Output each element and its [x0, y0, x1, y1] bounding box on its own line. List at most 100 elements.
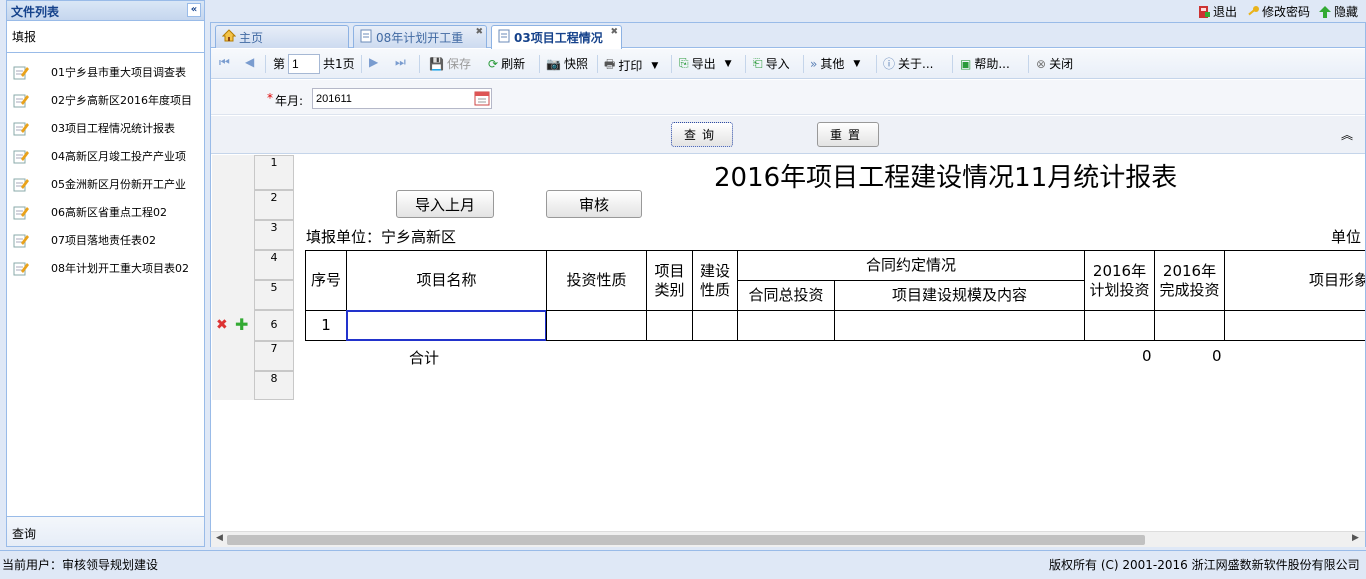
- sidebar-item-07[interactable]: 07项目落地责任表02: [13, 232, 203, 248]
- sidebar-item-08[interactable]: 08年计划开工重大项目表02: [13, 260, 203, 276]
- about-label: 关于...: [898, 57, 934, 71]
- query-button-bar: 查询 重置 ︽: [211, 116, 1365, 154]
- refresh-icon: ⟳: [488, 56, 499, 71]
- divider: [361, 55, 362, 73]
- calendar-icon[interactable]: [474, 90, 490, 109]
- import-button[interactable]: ⎗ 导入: [753, 55, 790, 72]
- last-page-icon[interactable]: ⏭: [395, 55, 406, 70]
- edit-doc-icon: [13, 121, 29, 136]
- sidebar-item-04[interactable]: 04高新区月竣工投产产业项: [13, 148, 203, 164]
- cell-name-input[interactable]: [346, 310, 547, 341]
- row-number: 6: [254, 310, 294, 341]
- delete-row-icon[interactable]: ✖: [216, 317, 228, 333]
- sidebar-item-label: 03项目工程情况统计报表: [51, 122, 175, 135]
- edit-doc-icon: [13, 177, 29, 192]
- scroll-left-icon[interactable]: ◀: [216, 533, 223, 543]
- tab-close-icon[interactable]: ✖: [610, 27, 618, 37]
- divider: [539, 55, 540, 73]
- cell-build-nature[interactable]: [692, 310, 738, 341]
- change-password-label: 修改密码: [1262, 5, 1311, 19]
- year-month-input[interactable]: [312, 88, 492, 109]
- sidebar-item-label: 04高新区月竣工投产产业项: [51, 150, 186, 163]
- header-done-2016: 2016年完成投资: [1154, 250, 1225, 311]
- page-number-input[interactable]: [288, 54, 320, 74]
- current-user: 当前用户：审核领导规划建设: [2, 558, 159, 572]
- sidebar-item-01[interactable]: 01宁乡县市重大项目调查表: [13, 64, 203, 80]
- hide-link[interactable]: 隐藏: [1318, 3, 1358, 20]
- divider: [265, 55, 266, 73]
- tab-home[interactable]: 主页: [215, 25, 349, 48]
- header-nature: 投资性质: [546, 250, 647, 311]
- row-number: 7: [254, 341, 294, 371]
- cell-plan-2016[interactable]: [1084, 310, 1155, 341]
- sidebar-item-06[interactable]: 06高新区省重点工程02: [13, 204, 203, 220]
- audit-button[interactable]: 审核: [546, 190, 642, 218]
- help-button[interactable]: ▣ 帮助...: [960, 55, 1010, 72]
- prev-page-icon[interactable]: ◀: [245, 55, 254, 69]
- double-chevron-icon: »: [810, 56, 818, 71]
- section-query[interactable]: 查询: [7, 516, 204, 546]
- edit-doc-icon: [13, 149, 29, 164]
- scroll-right-icon[interactable]: ▶: [1352, 533, 1359, 543]
- total-done: 0: [1212, 347, 1222, 365]
- tab-close-icon[interactable]: ✖: [475, 27, 483, 37]
- edit-doc-icon: [13, 261, 29, 276]
- panel-title: 文件列表: [11, 5, 60, 19]
- save-button[interactable]: 💾 保存: [429, 55, 471, 72]
- section-fill[interactable]: 填报: [7, 21, 204, 53]
- sidebar-item-02[interactable]: 02宁乡高新区2016年度项目: [13, 92, 203, 108]
- help-label: 帮助...: [974, 57, 1010, 71]
- tab-plan-08[interactable]: 08年计划开工重 ✖: [353, 25, 487, 48]
- tab-strip: 主页 08年计划开工重 ✖ 03项目工程情况 ✖: [211, 23, 1365, 49]
- cell-progress[interactable]: [1224, 310, 1365, 341]
- change-password-link[interactable]: 修改密码: [1246, 3, 1310, 20]
- about-button[interactable]: ⓘ 关于...: [883, 55, 933, 72]
- export-button[interactable]: ⎘ 导出 ▼: [679, 55, 732, 72]
- edit-doc-icon: [13, 93, 29, 108]
- copyright: 版权所有 (C) 2001-2016 浙江网盛数新软件股份有限公司: [1049, 558, 1360, 572]
- cell-done-2016[interactable]: [1154, 310, 1225, 341]
- snapshot-button[interactable]: 📷 快照: [546, 55, 588, 72]
- collapse-icon[interactable]: «: [187, 3, 201, 17]
- query-button[interactable]: 查询: [671, 122, 733, 147]
- row-number: 4: [254, 250, 294, 280]
- add-row-icon[interactable]: ✚: [235, 315, 248, 334]
- cell-contract-total[interactable]: [737, 310, 835, 341]
- header-contract: 合同约定情况: [737, 250, 1085, 281]
- section-query-label: 查询: [12, 527, 37, 541]
- cell-nature[interactable]: [546, 310, 647, 341]
- header-contract-scope: 项目建设规模及内容: [834, 280, 1085, 311]
- print-button[interactable]: 🖶 打印 ▼: [604, 55, 658, 76]
- scrollbar-thumb[interactable]: [227, 535, 1145, 545]
- edit-doc-icon: [13, 65, 29, 80]
- header-name: 项目名称: [346, 250, 547, 311]
- row-number: 5: [254, 280, 294, 310]
- status-bar: 当前用户：审核领导规划建设 版权所有 (C) 2001-2016 浙江网盛数新软…: [0, 550, 1366, 579]
- main-area: 主页 08年计划开工重 ✖ 03项目工程情况 ✖ ⏮ ◀ 第 共1页 ▶ ⏭ 💾…: [210, 22, 1366, 547]
- next-page-icon[interactable]: ▶: [369, 55, 378, 69]
- file-list-panel: 文件列表 « 填报 01宁乡县市重大项目调查表 02宁乡高新区2016年度项目 …: [6, 0, 205, 547]
- dropdown-arrow-icon: ▼: [853, 58, 861, 69]
- header-progress: 项目形象: [1224, 250, 1365, 311]
- logout-link[interactable]: 退出: [1197, 3, 1237, 20]
- sidebar-item-03[interactable]: 03项目工程情况统计报表: [13, 120, 203, 136]
- sidebar-item-05[interactable]: 05金洲新区月份新开工产业: [13, 176, 203, 192]
- home-icon: [221, 29, 237, 45]
- cell-contract-scope[interactable]: [834, 310, 1085, 341]
- cell-category[interactable]: [646, 310, 693, 341]
- export-icon: ⎘: [679, 56, 689, 70]
- sidebar-item-label: 05金洲新区月份新开工产业: [51, 178, 186, 191]
- header-build-nature: 建设性质: [692, 250, 738, 311]
- first-page-icon[interactable]: ⏮: [219, 55, 230, 70]
- tab-project-03[interactable]: 03项目工程情况 ✖: [491, 25, 622, 49]
- header-plan-2016: 2016年计划投资: [1084, 250, 1155, 311]
- import-prev-month-button[interactable]: 导入上月: [396, 190, 494, 218]
- collapse-up-icon[interactable]: ︽: [1341, 126, 1353, 143]
- reset-button[interactable]: 重置: [817, 122, 879, 147]
- other-button[interactable]: » 其他 ▼: [810, 55, 860, 72]
- horizontal-scrollbar[interactable]: ◀ ▶: [211, 531, 1365, 547]
- sidebar-item-label: 01宁乡县市重大项目调查表: [51, 66, 186, 79]
- close-button[interactable]: ⊗ 关闭: [1036, 55, 1073, 72]
- refresh-button[interactable]: ⟳ 刷新: [488, 55, 525, 72]
- divider: [876, 55, 877, 73]
